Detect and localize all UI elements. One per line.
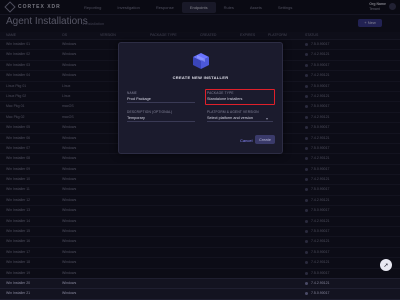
table-row[interactable]: Win Installer 21 Windows 7.5.0.90017: [0, 289, 400, 300]
row-status: 7.5.0.90017: [311, 291, 330, 296]
row-os: Windows: [62, 291, 77, 296]
help-fab-button[interactable]: ➚: [380, 259, 392, 271]
rocket-icon: ➚: [383, 262, 389, 269]
platform-select[interactable]: Select platform and version: [207, 116, 253, 120]
package-box-icon: [193, 53, 209, 69]
row-name: Win Installer 20: [6, 280, 31, 285]
status-icon: [305, 281, 308, 285]
name-label: NAME: [127, 91, 138, 95]
description-label: DESCRIPTION (OPTIONAL): [127, 110, 173, 114]
create-button[interactable]: Create: [255, 135, 275, 144]
dialog-title: CREATE NEW INSTALLER: [172, 75, 229, 80]
description-input-underline: [127, 121, 195, 122]
cancel-button[interactable]: Cancel: [240, 138, 252, 143]
package-type-select[interactable]: Standalone Installers: [207, 97, 242, 101]
row-name: Win Installer 21: [6, 291, 31, 296]
status-icon: [305, 292, 308, 296]
table-row[interactable]: Win Installer 20 Windows 7.4.2.90121: [0, 279, 400, 290]
description-input[interactable]: Temporary: [127, 116, 145, 120]
package-type-label: PACKAGE TYPE: [207, 91, 234, 95]
name-input[interactable]: Prod Package: [127, 97, 151, 101]
name-input-underline: [127, 102, 195, 103]
platform-select-underline: [207, 121, 273, 122]
row-status: 7.4.2.90121: [311, 280, 330, 285]
create-installer-dialog: CREATE NEW INSTALLER NAME Prod Package D…: [118, 42, 283, 154]
row-os: Windows: [62, 280, 77, 285]
platform-label: PLATFORM & AGENT VERSION: [207, 110, 259, 114]
